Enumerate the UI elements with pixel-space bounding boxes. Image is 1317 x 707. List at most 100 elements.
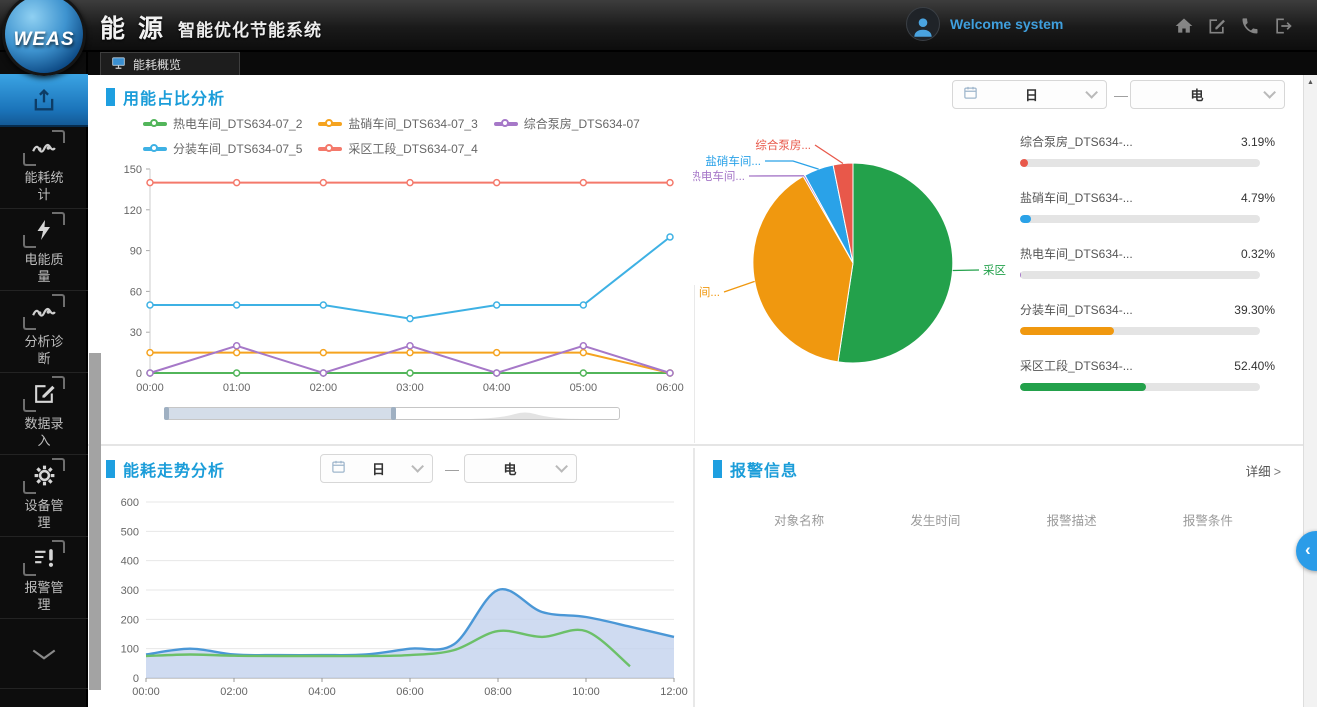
proportion-bar <box>1020 383 1260 391</box>
scrollbar-up-arrow[interactable]: ▲ <box>1304 75 1317 90</box>
power-quality-icon <box>29 215 59 245</box>
sidebar-item-alarm-mgmt[interactable]: 报警管理 <box>0 537 88 619</box>
svg-text:综合泵房...: 综合泵房... <box>755 138 811 152</box>
sidebar-item-analysis[interactable]: 分析诊断 <box>0 291 88 373</box>
sidebar-item-energy-stats[interactable]: 能耗统计 <box>0 127 88 209</box>
proportion-bar <box>1020 271 1260 279</box>
proportion-row: 热电车间_DTS634-...0.32% <box>1020 245 1275 279</box>
svg-text:200: 200 <box>121 614 139 626</box>
user-welcome[interactable]: Welcome system <box>906 7 1063 41</box>
usage-panel-title: 用能占比分析 <box>123 85 225 109</box>
svg-text:0: 0 <box>133 673 139 685</box>
analysis-icon <box>29 297 59 327</box>
alarm-column-header: 发生时间 <box>867 510 1003 529</box>
usage-line-chart-canvas[interactable]: 030609012015000:0001:0002:0003:0004:0005… <box>108 157 686 403</box>
chevron-down-icon <box>555 460 568 473</box>
data-zoom-preview <box>463 411 583 419</box>
proportion-row: 采区工段_DTS634-...52.40% <box>1020 357 1275 391</box>
alarm-table-header: 对象名称发生时间报警描述报警条件 <box>731 510 1276 529</box>
svg-text:400: 400 <box>121 556 139 568</box>
trend-period-value: 日 <box>346 459 411 478</box>
trend-panel: 能耗走势分析 日 — 电 010020030040050060000:0002:… <box>88 448 695 707</box>
app-header: 能 源 智能优化节能系统 Welcome system <box>0 0 1317 52</box>
title-marker <box>713 460 722 478</box>
proportion-row: 分装车间_DTS634-...39.30% <box>1020 301 1275 335</box>
svg-text:08:00: 08:00 <box>484 686 512 698</box>
data-zoom-right-handle[interactable] <box>391 407 396 420</box>
svg-text:500: 500 <box>121 526 139 538</box>
alarm-detail-link[interactable]: 详细> <box>1246 461 1281 480</box>
edit-icon[interactable] <box>1207 16 1227 36</box>
logout-icon[interactable] <box>1273 16 1293 36</box>
alarm-column-header: 报警条件 <box>1140 510 1276 529</box>
vertical-scrollbar[interactable]: ▲ <box>1303 75 1317 707</box>
svg-text:06:00: 06:00 <box>396 686 424 698</box>
usage-proportion-panel: 用能占比分析 日 — 电 热电车间_DTS634-07_2盐硝车间_DTS634… <box>88 75 1303 446</box>
chevron-down-icon <box>29 639 59 669</box>
usage-period-select[interactable]: 日 <box>952 80 1107 109</box>
legend-item[interactable]: 采区工段_DTS634-07_4 <box>318 140 477 157</box>
phone-icon[interactable] <box>1240 16 1260 36</box>
sidebar-item-label: 能耗统计 <box>21 169 67 203</box>
data-zoom-slider[interactable] <box>165 407 620 420</box>
data-zoom-selected-range[interactable] <box>166 408 393 419</box>
chevron-down-icon <box>1263 86 1276 99</box>
sidebar-item-data-entry[interactable]: 数据录入 <box>0 373 88 455</box>
chevron-right-icon: > <box>1274 465 1281 479</box>
legend-item[interactable]: 热电车间_DTS634-07_2 <box>143 115 302 132</box>
sidebar-item-label: 分析诊断 <box>21 333 67 367</box>
scrollbar-thumb[interactable] <box>89 353 101 690</box>
svg-text:300: 300 <box>121 585 139 597</box>
tab-energy-overview[interactable]: 能耗概览 <box>100 52 240 75</box>
app-title-main: 能 源 <box>100 9 166 45</box>
trend-period-select[interactable]: 日 <box>320 454 433 483</box>
legend-item[interactable]: 综合泵房_DTS634-07 <box>494 115 640 132</box>
svg-text:90: 90 <box>130 246 142 258</box>
svg-text:00:00: 00:00 <box>136 382 164 394</box>
user-avatar-icon <box>906 7 940 41</box>
svg-text:采区: 采区 <box>983 264 1006 277</box>
trend-panel-title: 能耗走势分析 <box>123 457 225 481</box>
legend-item[interactable]: 盐硝车间_DTS634-07_3 <box>318 115 477 132</box>
svg-text:04:00: 04:00 <box>308 686 336 698</box>
welcome-text: Welcome system <box>950 16 1063 32</box>
usage-type-value: 电 <box>1131 85 1263 104</box>
svg-text:盐硝车间...: 盐硝车间... <box>705 154 761 168</box>
usage-pie-chart-canvas[interactable]: 采区间...热电车间...盐硝车间...综合泵房... <box>693 130 1015 420</box>
sidebar-item-label: 数据录入 <box>21 415 67 449</box>
legend-item[interactable]: 分装车间_DTS634-07_5 <box>143 140 302 157</box>
svg-text:间...: 间... <box>699 286 720 299</box>
trend-type-select[interactable]: 电 <box>464 454 577 483</box>
sidebar-item-device-mgmt[interactable]: 设备管理 <box>0 455 88 537</box>
sidebar-item-expand[interactable] <box>0 619 88 689</box>
calendar-icon <box>963 85 978 105</box>
alarm-column-header: 报警描述 <box>1004 510 1140 529</box>
svg-text:02:00: 02:00 <box>220 686 248 698</box>
svg-text:30: 30 <box>130 327 142 339</box>
proportion-bar <box>1020 215 1260 223</box>
svg-text:06:00: 06:00 <box>656 382 684 394</box>
svg-text:0: 0 <box>136 368 142 380</box>
data-zoom-left-handle[interactable] <box>164 407 169 420</box>
home-icon[interactable] <box>1174 16 1194 36</box>
usage-type-select[interactable]: 电 <box>1130 80 1285 109</box>
proportion-row: 综合泵房_DTS634-...3.19% <box>1020 133 1275 167</box>
svg-text:04:00: 04:00 <box>483 382 511 394</box>
select-dash: — <box>445 461 459 477</box>
data-entry-icon <box>29 379 59 409</box>
svg-text:150: 150 <box>124 164 142 176</box>
tab-label: 能耗概览 <box>133 56 181 73</box>
overview-icon <box>29 85 59 115</box>
monitor-icon <box>111 56 126 73</box>
sidebar-item-label: 报警管理 <box>21 579 67 613</box>
usage-period-value: 日 <box>978 85 1085 104</box>
proportion-row: 盐硝车间_DTS634-...4.79% <box>1020 189 1275 223</box>
chevron-down-icon <box>411 460 424 473</box>
sidebar-menu: 能耗统计电能质量分析诊断数据录入设备管理报警管理 <box>0 52 88 707</box>
sidebar-item-power-quality[interactable]: 电能质量 <box>0 209 88 291</box>
trend-area-chart-canvas[interactable]: 010020030040050060000:0002:0004:0006:000… <box>108 492 688 704</box>
trend-type-value: 电 <box>465 459 555 478</box>
svg-text:60: 60 <box>130 286 142 298</box>
sidebar-item-overview[interactable] <box>0 74 88 127</box>
alarm-column-header: 对象名称 <box>731 510 867 529</box>
